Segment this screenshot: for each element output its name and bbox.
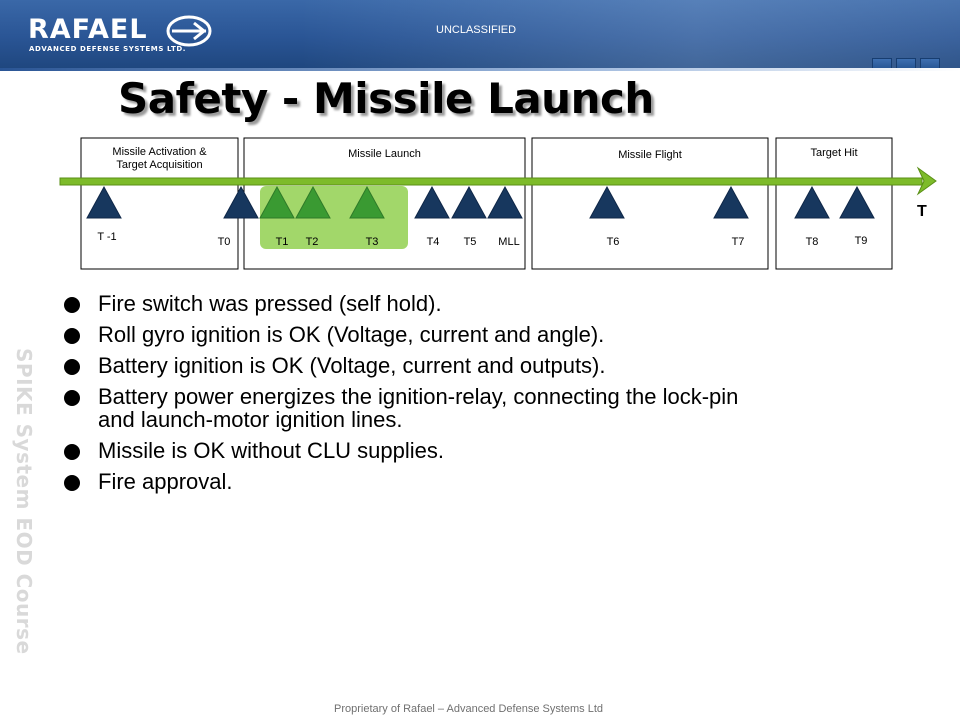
bullet-dot-icon [64,475,80,491]
marker-label: T9 [855,235,868,247]
marker-label: T5 [464,236,477,248]
bullet-dot-icon [64,359,80,375]
marker-label: T6 [607,236,620,248]
launch-timeline: Missile Activation &Target Acquisition Mi… [59,137,937,270]
bullet-item: Missile is OK without CLU supplies. [64,439,924,462]
marker-label: T7 [732,236,745,248]
phase-label: Missile Activation & [112,146,207,158]
timeline-arrow-shaft [59,177,923,186]
bullet-item: Battery power energizes the ignition-rel… [64,385,924,431]
bullet-item: Fire approval. [64,470,924,493]
side-course-label: SPIKE System EOD Course [12,348,36,655]
phase-label: Missile Launch [348,148,421,160]
bullet-text: Fire approval. [98,469,233,494]
bullet-text: Battery ignition is OK (Voltage, current… [98,353,606,378]
bullet-item: Fire switch was pressed (self hold). [64,292,924,315]
bullet-item: Roll gyro ignition is OK (Voltage, curre… [64,323,924,346]
bullet-dot-icon [64,297,80,313]
bullet-text: Roll gyro ignition is OK (Voltage, curre… [98,322,605,347]
marker-label: T1 [276,236,289,248]
bullet-dot-icon [64,390,80,406]
marker-label: T8 [806,236,819,248]
bullet-item: Battery ignition is OK (Voltage, current… [64,354,924,377]
timeline-axis-label: T [917,203,927,220]
phase-label: Missile Flight [618,149,682,161]
bullet-dot-icon [64,444,80,460]
bullet-dot-icon [64,328,80,344]
marker-label: T -1 [97,231,116,243]
bullet-text: Missile is OK without CLU supplies. [98,438,445,463]
phase-label: Target Hit [810,147,857,159]
marker-label: T4 [427,236,440,248]
bullet-list: Fire switch was pressed (self hold). Roll… [64,292,924,501]
marker-label: T0 [218,236,231,248]
bullet-text: Battery power energizes the ignition-rel… [98,384,739,409]
phase-label: Target Acquisition [116,159,202,171]
footer-text: Proprietary of Rafael – Advanced Defense… [334,703,604,715]
bullet-text: Fire switch was pressed (self hold). [98,291,442,316]
marker-label: MLL [498,236,519,248]
bullet-text: and launch-motor ignition lines. [98,407,403,432]
marker-label: T3 [366,236,379,248]
marker-label: T2 [306,236,319,248]
